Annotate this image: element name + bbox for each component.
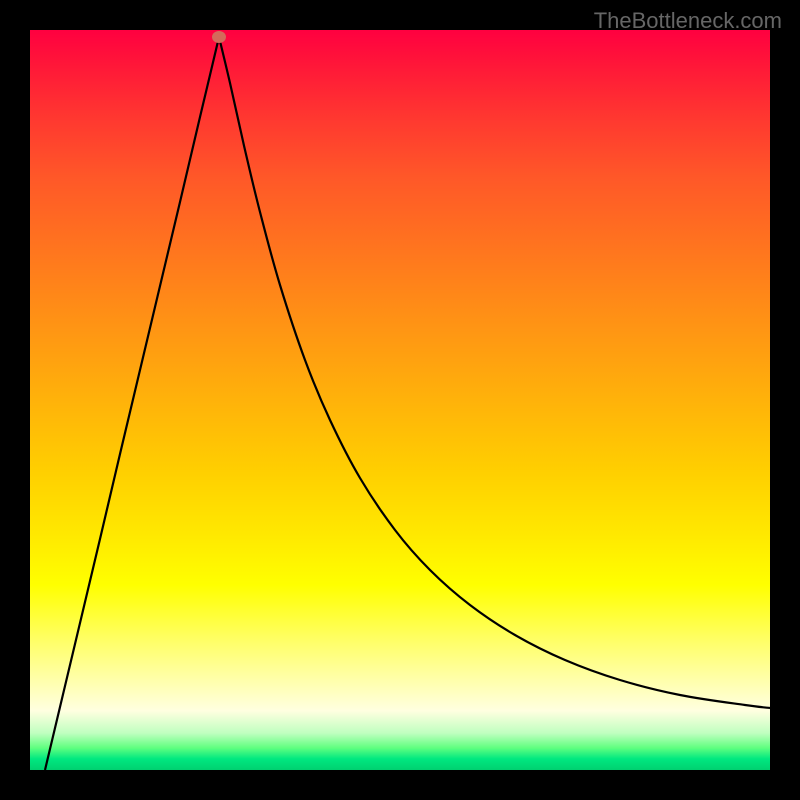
bottleneck-curve (45, 37, 770, 770)
curve-svg (30, 30, 770, 770)
watermark-text: TheBottleneck.com (594, 8, 782, 34)
chart-gradient-area (30, 30, 770, 770)
minimum-marker (212, 31, 226, 43)
